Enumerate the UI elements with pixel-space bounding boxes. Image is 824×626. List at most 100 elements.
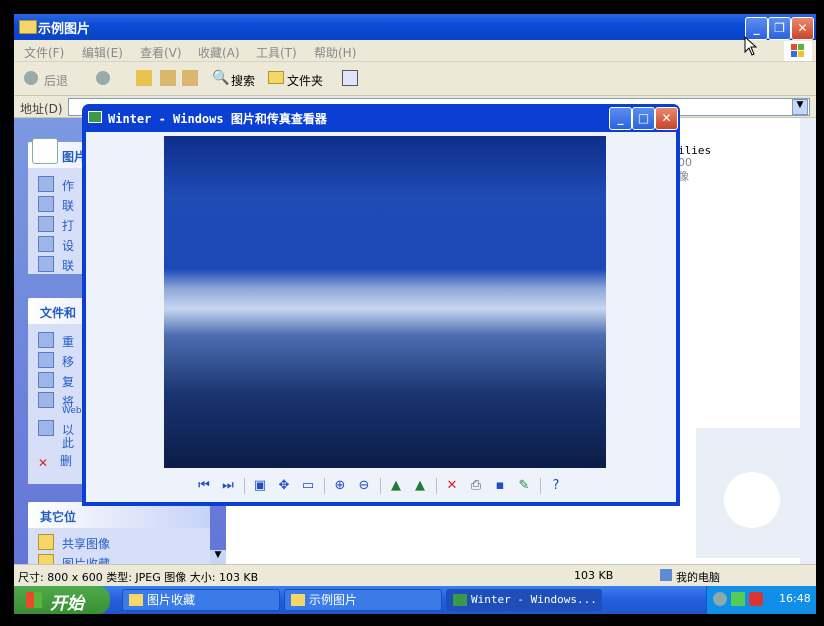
viewer-app-icon [88,111,102,123]
toolbar-separator [324,478,325,494]
status-location: 我的电脑 [676,571,720,584]
task-winter-viewer[interactable]: Winter - Windows... [446,589,602,611]
menu-tools[interactable]: 工具(T) [256,44,297,61]
folder-icon [129,594,143,606]
zoom-out-icon[interactable]: ⊖ [356,478,372,494]
toolbar-separator [380,478,381,494]
close-button[interactable]: ✕ [791,17,814,40]
viewer-title-bar[interactable]: Winter - Windows 图片和传真查看器 _ □ ✕ [82,104,680,132]
sidebar-scroll-down[interactable]: ▼ [210,550,226,564]
actual-size-icon[interactable]: ✥ [276,478,292,494]
back-button-label[interactable]: 后退 [44,72,68,89]
slideshow-icon[interactable]: ▭ [300,478,316,494]
delete-x-icon: ✕ [38,456,49,470]
menu-file[interactable]: 文件(F) [24,44,64,61]
folder-icon [38,534,54,550]
mouse-cursor-icon [744,36,758,56]
back-arrow-icon[interactable] [24,71,38,85]
desktop-background-icon [38,236,54,252]
move-to-icon[interactable] [160,70,176,86]
edit-icon[interactable]: ✎ [516,478,532,494]
best-fit-icon[interactable]: ▣ [252,478,268,494]
order-prints-icon [38,196,54,212]
shield-icon[interactable] [749,592,763,606]
copy-icon [38,372,54,388]
status-bar: 尺寸: 800 x 600 类型: JPEG 图像 大小: 103 KB 103… [14,564,816,586]
task-sample-pictures[interactable]: 示例图片 [284,589,442,611]
task-item[interactable]: 重 [38,332,74,350]
copy-to-icon[interactable] [182,70,198,86]
toolbar-separator [540,478,541,494]
windows-flag-icon [26,592,42,608]
start-button[interactable]: 开始 [14,586,110,614]
address-dropdown-button[interactable]: ▼ [792,99,808,115]
task-pictures[interactable]: 图片收藏 [122,589,280,611]
toolbar-separator [244,478,245,494]
task-item[interactable]: 设 [38,236,74,254]
rename-icon [38,332,54,348]
search-button-label[interactable]: 搜索 [231,72,255,89]
task-item[interactable]: 作 [38,176,74,194]
delete-icon[interactable]: ✕ [444,478,460,494]
search-icon[interactable]: 🔍 [212,70,229,86]
task-item[interactable]: 复 [38,372,74,390]
winter-photo [164,136,606,468]
explorer-title-bar[interactable]: 示例图片 _ ❐ ✕ [14,14,816,40]
viewer-close-button[interactable]: ✕ [655,107,678,130]
print-icon [38,216,54,232]
forward-arrow-icon[interactable] [96,71,110,85]
viewer-toolbar: ⏮ ⏭ ▣ ✥ ▭ ⊕ ⊖ ▲ ▲ ✕ ⎙ ▪ ✎ ? [86,472,676,500]
menu-edit[interactable]: 编辑(E) [82,44,123,61]
task-item-sub: 此 [62,436,75,450]
taskbar: 开始 图片收藏 示例图片 Winter - Windows... 16:48 [14,586,816,614]
prev-image-icon[interactable]: ⏮ [196,478,212,494]
toolbar-separator [436,478,437,494]
email-icon [38,420,54,436]
viewer-title: Winter - Windows 图片和传真查看器 [108,112,327,126]
task-item[interactable]: 联 [38,196,74,214]
folder-icon [19,20,37,34]
menu-help[interactable]: 帮助(H) [314,44,356,61]
security-icon[interactable] [731,592,745,606]
system-tray: 16:48 [706,586,816,614]
computer-icon [660,569,672,581]
viewer-minimize-button[interactable]: _ [609,107,632,130]
explorer-title: 示例图片 [38,22,91,37]
start-label: 开始 [50,594,84,614]
up-folder-icon[interactable] [136,70,152,86]
task-item[interactable]: 打 [38,216,74,234]
rotate-clockwise-icon[interactable]: ▲ [388,478,404,494]
maximize-button[interactable]: ❐ [768,17,791,40]
folders-button-label[interactable]: 文件夹 [287,72,323,89]
online-icon [38,256,54,272]
task-item-sub: Web [62,406,82,416]
menu-bar: 文件(F) 编辑(E) 查看(V) 收藏(A) 工具(T) 帮助(H) [14,40,816,62]
watermark-image-icon [696,428,806,558]
toolbar: 后退 🔍 搜索 文件夹 [14,62,816,96]
zoom-in-icon[interactable]: ⊕ [332,478,348,494]
save-icon[interactable]: ▪ [492,478,508,494]
viewer-app-icon [453,594,467,606]
status-size: 103 KB [574,569,614,582]
folders-icon[interactable] [268,71,284,84]
picture-viewer-window: Winter - Windows 图片和传真查看器 _ □ ✕ ⏮ ⏭ ▣ ✥ … [82,104,680,506]
folder-icon [291,594,305,606]
move-icon [38,352,54,368]
views-icon[interactable] [342,70,358,86]
menu-view[interactable]: 查看(V) [140,44,182,61]
print-icon[interactable]: ⎙ [468,478,484,494]
rotate-counterclockwise-icon[interactable]: ▲ [412,478,428,494]
viewer-maximize-button[interactable]: □ [632,107,655,130]
publish-web-icon [38,392,54,408]
task-item[interactable]: 共享图像 [38,534,110,552]
network-icon[interactable] [713,592,727,606]
task-item[interactable]: 联 [38,256,74,274]
other-places-panel: 其它位 共享图像 图片收藏 [28,502,210,571]
task-item[interactable]: ✕ 删 [38,452,72,470]
help-icon[interactable]: ? [548,478,564,494]
address-label: 地址(D) [20,102,63,116]
next-image-icon[interactable]: ⏭ [220,478,236,494]
menu-favorites[interactable]: 收藏(A) [198,44,240,61]
content-scrollbar[interactable] [800,118,816,564]
task-item[interactable]: 移 [38,352,74,370]
